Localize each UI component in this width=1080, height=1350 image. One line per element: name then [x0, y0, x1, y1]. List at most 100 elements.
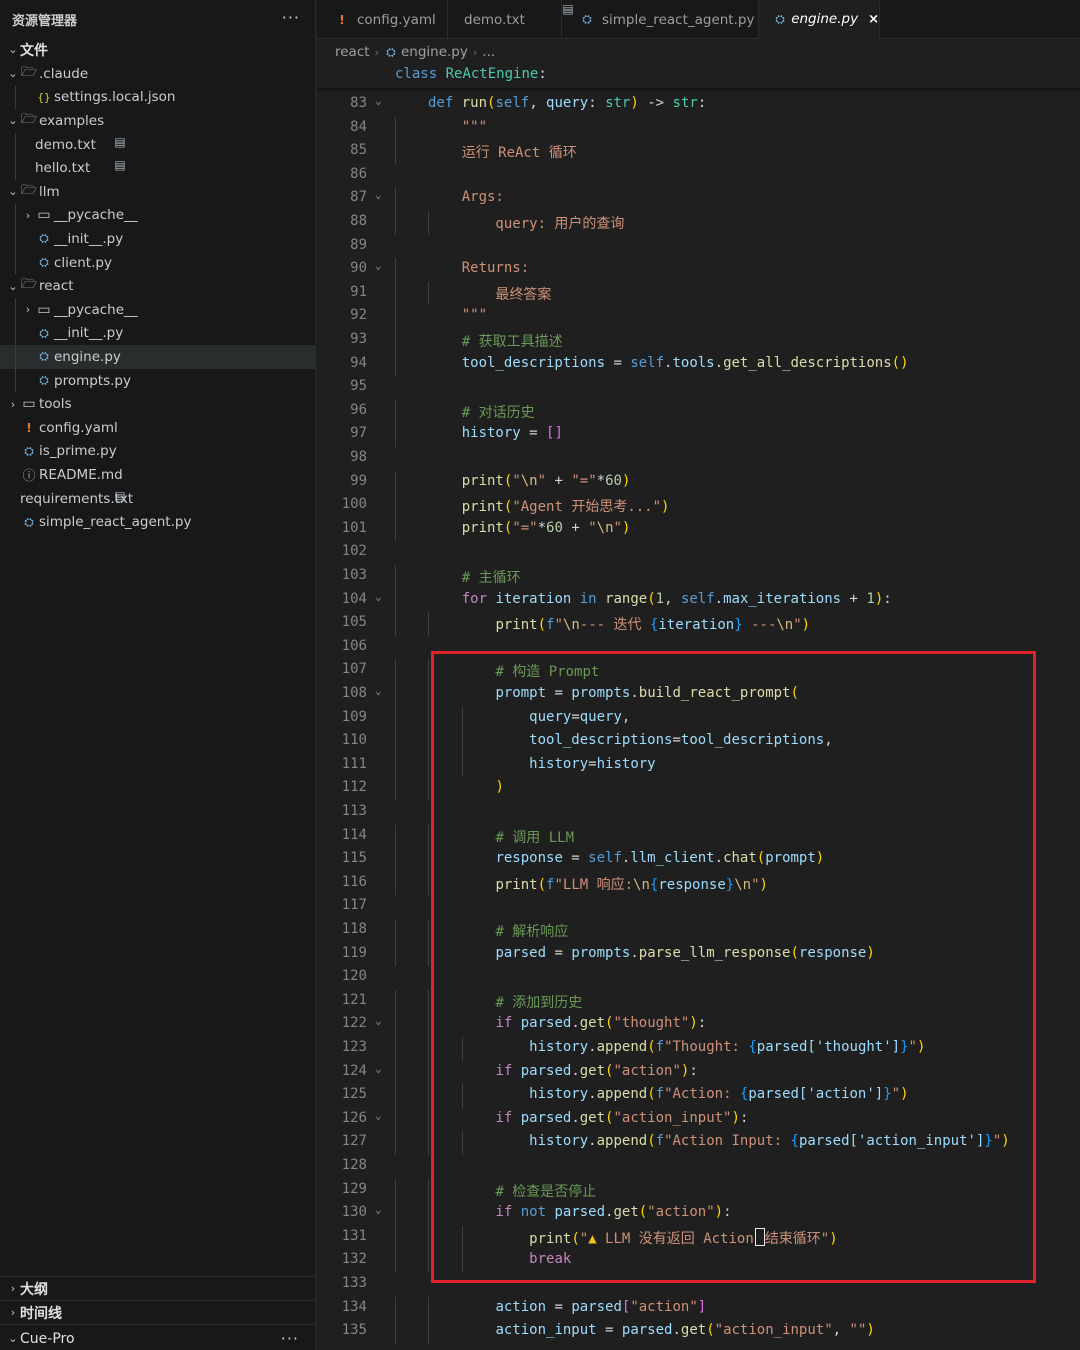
editor-area: ! config.yaml ▤ demo.txt ⛭ simple_react_…	[317, 0, 1080, 1350]
code-line[interactable]: 93 # 获取工具描述	[317, 329, 1080, 353]
tree-item[interactable]: ⛭ is_prime.py	[0, 440, 315, 464]
indent-guide	[395, 588, 396, 613]
code-text: print(f"\n--- 迭代 {iteration} ---\n")	[495, 617, 811, 634]
tree-item[interactable]: ▤ hello.txt	[0, 156, 315, 180]
section-outline[interactable]: › 大纲	[0, 1277, 315, 1301]
code-line[interactable]: 87 ⌄ Args:	[317, 187, 1080, 211]
code-line[interactable]: 92 """	[317, 305, 1080, 329]
tree-item[interactable]: ⌄ 🗁 llm	[0, 180, 315, 204]
fold-chevron-icon[interactable]: ⌄	[375, 1014, 382, 1027]
tree-item[interactable]: › ▭ __pycache__	[0, 298, 315, 322]
line-number: 131	[341, 1227, 367, 1244]
chevron-down-icon[interactable]: ⌄	[6, 114, 20, 127]
tree-item[interactable]: ⛭ __init__.py	[0, 227, 315, 251]
tab-engine-py[interactable]: ⛭ engine.py ×	[759, 0, 880, 39]
code-line[interactable]: 86	[317, 164, 1080, 188]
tab-simple-react-agent-py[interactable]: ⛭ simple_react_agent.py	[562, 0, 759, 39]
chevron-down-icon[interactable]: ⌄	[6, 67, 20, 80]
tree-item[interactable]: ⛭ __init__.py	[0, 322, 315, 346]
section-timeline[interactable]: › 时间线	[0, 1301, 315, 1325]
indent-guide	[15, 368, 16, 393]
line-number: 100	[341, 496, 367, 513]
tree-item-label: llm	[39, 183, 60, 200]
code-line[interactable]: 135 action_input = parsed.get("action_in…	[317, 1320, 1080, 1344]
chevron-right-icon[interactable]: ›	[21, 303, 35, 316]
code-line[interactable]: 101 print("="*60 + "\n")	[317, 517, 1080, 542]
python-file-icon: ⛭	[39, 255, 49, 270]
code-line[interactable]: 97 history = []	[317, 423, 1080, 447]
code-line[interactable]: 91 最终答案	[317, 281, 1080, 306]
code-line[interactable]: 105 print(f"\n--- 迭代 {iteration} ---\n")	[317, 612, 1080, 636]
tree-item[interactable]: ⛭ engine.py	[0, 345, 315, 369]
fold-chevron-icon[interactable]: ⌄	[375, 259, 382, 272]
indent-guide	[395, 1225, 396, 1250]
tree-item[interactable]: ▤ requirements.txt	[0, 487, 315, 511]
code-line[interactable]: 104 ⌄ for iteration in range(1, self.max_…	[317, 588, 1080, 613]
close-icon[interactable]: ×	[868, 12, 879, 27]
code-text: """	[428, 118, 488, 135]
folder-icon: ▭	[22, 396, 36, 413]
line-number: 128	[341, 1157, 367, 1173]
tree-item[interactable]: › ▭ tools	[0, 392, 315, 416]
code-line[interactable]: 100 print("Agent 开始思考...")	[317, 494, 1080, 518]
line-number: 103	[341, 567, 367, 583]
code-line[interactable]: 134 action = parsed["action"]	[317, 1296, 1080, 1321]
tree-item[interactable]: ⓘ README.md	[0, 463, 315, 487]
chevron-right-icon[interactable]: ›	[21, 209, 35, 222]
tree-item[interactable]: ⛭ simple_react_agent.py	[0, 510, 315, 534]
line-number: 102	[341, 543, 367, 560]
fold-chevron-icon[interactable]: ⌄	[375, 1203, 382, 1216]
indent-guide	[395, 281, 396, 306]
tab-demo-txt[interactable]: ▤ demo.txt	[448, 0, 574, 39]
breadcrumb-folder[interactable]: react	[335, 44, 370, 60]
code-line[interactable]: 98	[317, 447, 1080, 471]
breadcrumb-file[interactable]: engine.py	[401, 44, 468, 60]
code-line[interactable]: 89	[317, 235, 1080, 259]
line-number: 117	[341, 897, 367, 914]
chevron-down-icon[interactable]: ⌄	[6, 280, 20, 293]
fold-chevron-icon[interactable]: ⌄	[375, 1109, 382, 1122]
tab-label: engine.py	[791, 11, 859, 27]
fold-chevron-icon[interactable]: ⌄	[375, 188, 382, 201]
tree-item[interactable]: ⛭ prompts.py	[0, 369, 315, 393]
indent-guide	[395, 706, 396, 731]
code-line[interactable]: 94 tool_descriptions = self.tools.get_al…	[317, 352, 1080, 377]
code-line[interactable]: 88 query: 用户的查询	[317, 211, 1080, 235]
code-line[interactable]: 90 ⌄ Returns:	[317, 258, 1080, 282]
tree-item[interactable]: ⌄ 🗁 react	[0, 274, 315, 298]
tree-item[interactable]: ! config.yaml	[0, 416, 315, 440]
explorer-header: 资源管理器 ···	[0, 0, 316, 38]
breadcrumb-more[interactable]: ...	[482, 44, 495, 60]
indent-guide	[395, 871, 396, 896]
tree-item[interactable]: ⌄ 🗁 examples	[0, 109, 315, 133]
fold-chevron-icon[interactable]: ⌄	[375, 684, 382, 697]
section-cue-pro[interactable]: ⌄ Cue-Pro ···	[0, 1327, 315, 1350]
code-line[interactable]: 84 """	[317, 116, 1080, 141]
more-actions-icon[interactable]: ···	[282, 8, 300, 27]
code-line[interactable]: 83 ⌄ def run(self, query: str) -> str:	[317, 93, 1080, 117]
fold-chevron-icon[interactable]: ⌄	[375, 94, 382, 107]
code-line[interactable]: 102	[317, 541, 1080, 565]
fold-chevron-icon[interactable]: ⌄	[375, 590, 382, 603]
indent-guide	[15, 132, 16, 157]
section-files[interactable]: ⌄ 文件	[0, 38, 315, 62]
more-actions-icon[interactable]: ···	[281, 1329, 299, 1348]
code-line[interactable]: 95	[317, 376, 1080, 400]
tab-bar: ! config.yaml ▤ demo.txt ⛭ simple_react_…	[317, 0, 1080, 39]
tree-item[interactable]: {} settings.local.json	[0, 86, 315, 110]
code-line[interactable]: 99 print("\n" + "="*60)	[317, 470, 1080, 495]
tree-item[interactable]: › ▭ __pycache__	[0, 204, 315, 228]
tree-item[interactable]: ▤ demo.txt	[0, 133, 315, 157]
code-text: query: 用户的查询	[428, 216, 625, 232]
code-line[interactable]: 96 # 对话历史	[317, 399, 1080, 424]
chevron-down-icon[interactable]: ⌄	[6, 185, 20, 198]
fold-chevron-icon[interactable]: ⌄	[375, 1062, 382, 1075]
code-line[interactable]: 103 # 主循环	[317, 565, 1080, 589]
chevron-right-icon[interactable]: ›	[6, 398, 20, 411]
code-line[interactable]: 85 运行 ReAct 循环	[317, 140, 1080, 164]
indent-guide	[395, 989, 396, 1014]
tree-item[interactable]: ⛭ client.py	[0, 251, 315, 275]
sticky-scroll-header[interactable]: class ReActEngine:	[395, 66, 547, 82]
tab-config-yaml[interactable]: ! config.yaml	[317, 0, 448, 39]
tree-item[interactable]: ⌄ 🗁 .claude	[0, 62, 315, 86]
